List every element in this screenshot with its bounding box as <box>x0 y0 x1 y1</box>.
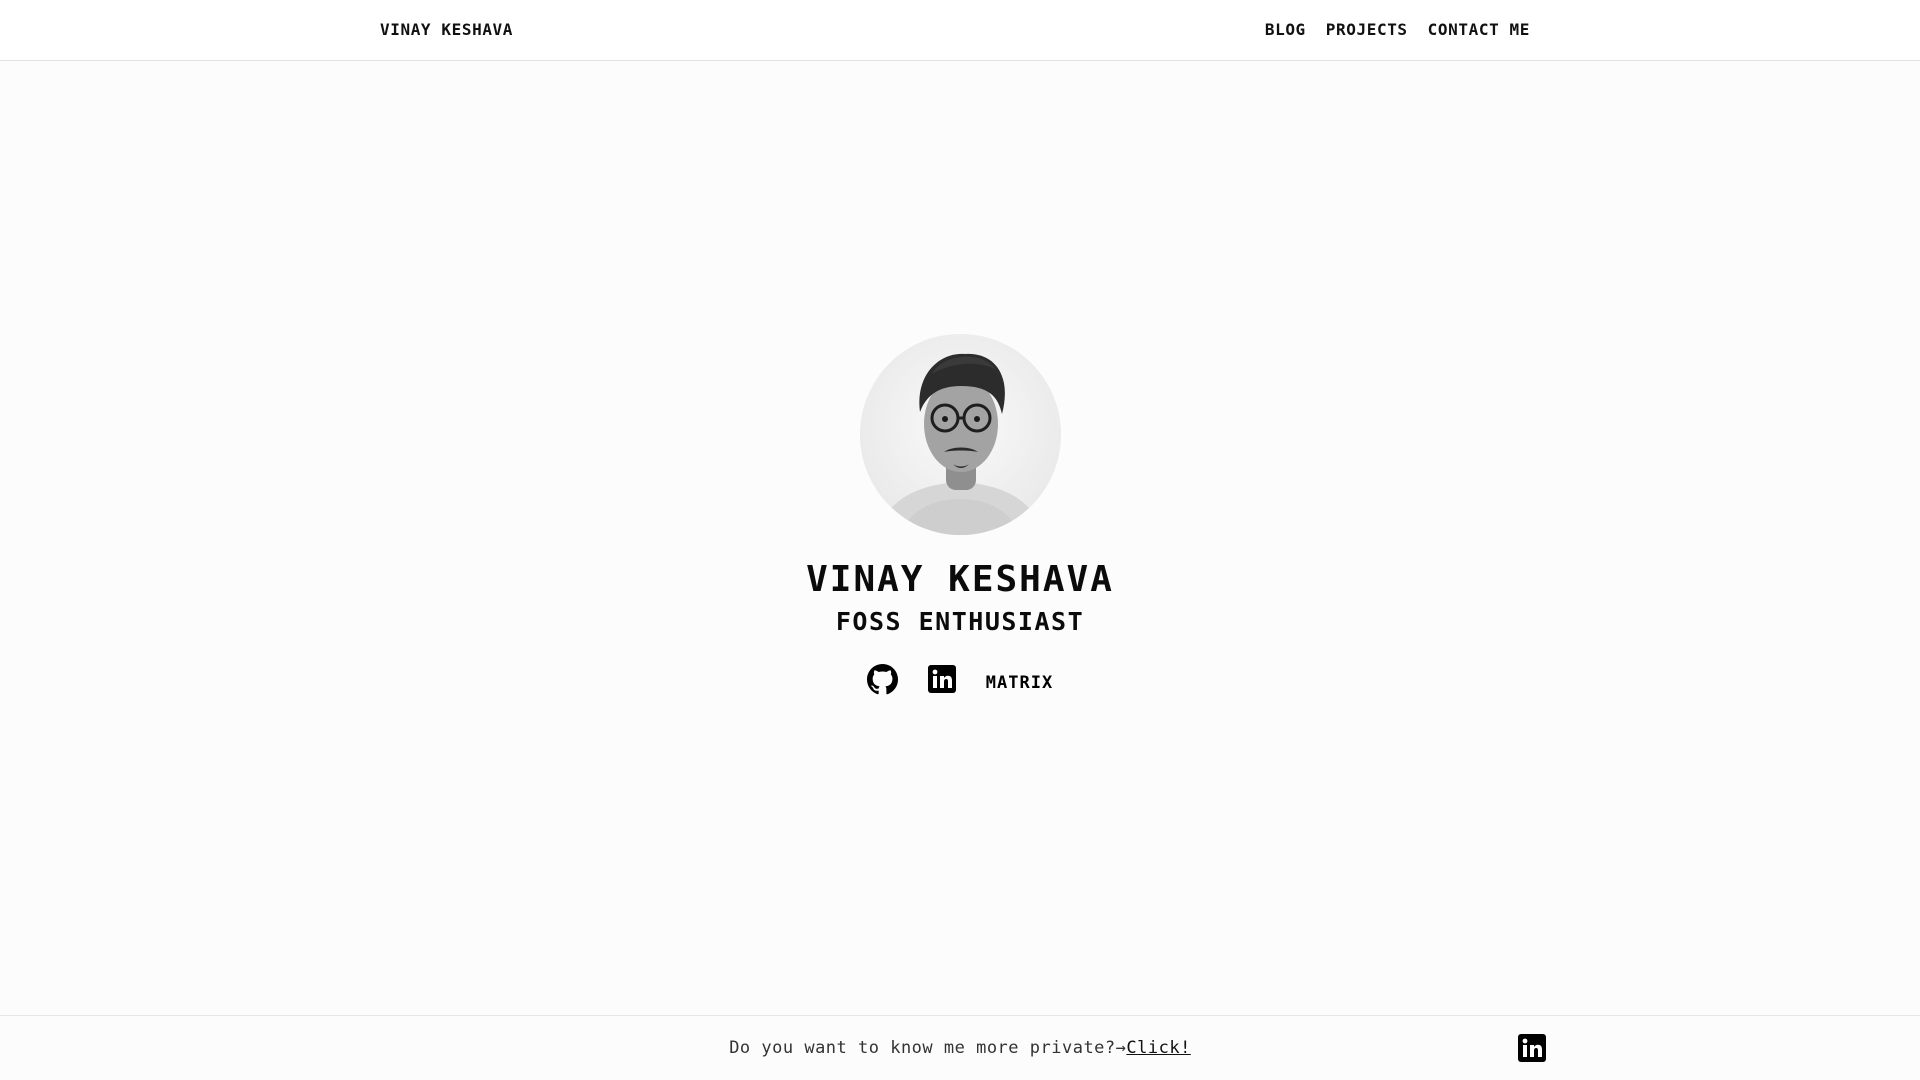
matrix-link[interactable]: MATRIX <box>986 673 1053 693</box>
footer-message: Do you want to know me more private?→Cli… <box>0 1038 1920 1058</box>
nav-link-blog[interactable]: BLOG <box>1265 20 1306 39</box>
hero-section: VINAY KESHAVA FOSS ENTHUSIAST MATRIX <box>0 334 1920 695</box>
profile-avatar <box>859 334 1061 535</box>
linkedin-link[interactable] <box>927 665 956 693</box>
nav-link-contact-me[interactable]: CONTACT ME <box>1428 20 1530 39</box>
top-navbar: VINAY KESHAVA BLOG PROJECTS CONTACT ME <box>0 0 1920 61</box>
linkedin-icon <box>1518 1034 1546 1062</box>
footer-question: Do you want to know me more private?→ <box>729 1038 1127 1058</box>
github-icon <box>866 663 898 694</box>
footer: Do you want to know me more private?→Cli… <box>0 1015 1920 1080</box>
github-link[interactable] <box>866 663 898 695</box>
profile-name: VINAY KESHAVA <box>806 559 1114 600</box>
profile-photo <box>859 334 1061 535</box>
main-nav: BLOG PROJECTS CONTACT ME <box>1265 20 1530 39</box>
site-brand-link[interactable]: VINAY KESHAVA <box>380 20 513 39</box>
nav-link-projects[interactable]: PROJECTS <box>1326 20 1408 39</box>
footer-click-link[interactable]: Click! <box>1126 1038 1190 1058</box>
linkedin-icon <box>927 665 956 693</box>
profile-tagline: FOSS ENTHUSIAST <box>835 607 1085 636</box>
social-links: MATRIX <box>866 663 1053 695</box>
footer-linkedin-link[interactable] <box>1518 1034 1546 1066</box>
